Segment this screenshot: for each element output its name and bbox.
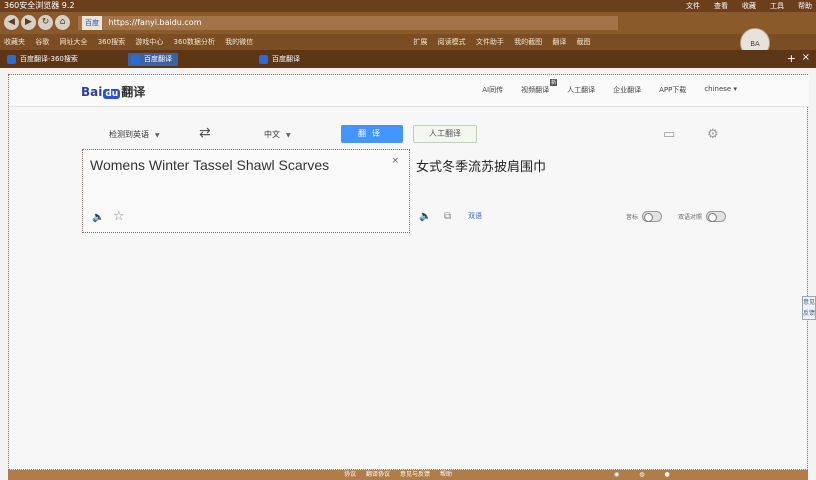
speaker-icon[interactable]: 🔈 — [92, 212, 104, 223]
nav-user-menu[interactable]: chinese ▾ — [704, 85, 737, 95]
tab-label: 百度翻译-360搜索 — [20, 55, 78, 63]
source-text[interactable]: Womens Winter Tassel Shawl Scarves — [90, 157, 329, 173]
bookmark-item[interactable]: 我的截图 — [514, 38, 542, 46]
bookmark-item[interactable]: 扩展 — [413, 38, 427, 46]
translate-toolbar: 检测到英语 ▼ ⇄ 中文 ▼ 翻译 人工翻译 ▭ ⚙ — [9, 125, 809, 145]
site-identity[interactable]: 百度 — [82, 16, 102, 30]
bookmark-item[interactable]: 文件助手 — [476, 38, 504, 46]
tab-label: 百度翻译 — [272, 55, 300, 63]
toggle-label: 音标 — [626, 214, 639, 221]
source-text-box[interactable]: Womens Winter Tassel Shawl Scarves × 🔈 ☆ — [82, 149, 410, 233]
tab-favicon-icon — [131, 55, 140, 64]
address-bar[interactable]: 百度 https://fanyi.baidu.com — [78, 16, 618, 30]
bilingual-toggle[interactable]: 双语对照 — [678, 211, 727, 222]
footer-link[interactable]: 翻译协议 — [366, 470, 390, 480]
bookmark-item[interactable]: 谷歌 — [35, 38, 49, 46]
chevron-down-icon: ▼ — [155, 132, 160, 139]
target-lang-label: 中文 — [264, 130, 280, 139]
baidu-fanyi-logo[interactable]: Bai du 翻译 — [81, 83, 145, 100]
nav-video-translate[interactable]: 视频翻译 新 — [521, 79, 558, 95]
info-icon[interactable]: ● — [665, 470, 670, 480]
phonetic-toggle[interactable]: 音标 — [626, 211, 663, 222]
bookmark-item[interactable]: 网址大全 — [59, 38, 87, 46]
address-url[interactable]: https://fanyi.baidu.com — [109, 18, 202, 27]
star-icon[interactable]: ☆ — [113, 209, 125, 224]
footer-link[interactable]: 意见与反馈 — [400, 470, 430, 480]
target-lang-select[interactable]: 中文 ▼ — [264, 129, 291, 140]
footer-social: ◉ ◍ ● — [614, 470, 670, 480]
page-footer: 协议 翻译协议 意见与反馈 帮助 ◉ ◍ ● — [8, 470, 808, 480]
bookmarks-bar: 收藏夹 谷歌 网址大全 360搜索 游戏中心 360数据分析 我的微信 扩展 阅… — [0, 34, 816, 50]
logo-text: Bai — [81, 85, 103, 99]
bilingual-link[interactable]: 双语 — [468, 211, 482, 221]
tab-fanyi[interactable]: 百度翻译 — [256, 53, 306, 66]
new-badge: 新 — [550, 79, 558, 86]
translation-text: 女式冬季流苏披肩围巾 — [416, 160, 547, 175]
toggle-label: 双语对照 — [678, 214, 703, 221]
menu-favorites[interactable]: 收藏 — [742, 0, 756, 12]
paw-icon: du — [103, 89, 121, 99]
menu-view[interactable]: 查看 — [714, 0, 728, 12]
bookmark-item[interactable]: 收藏夹 — [4, 38, 25, 46]
gear-icon[interactable]: ⚙ — [707, 127, 719, 142]
bookmark-item[interactable]: 360数据分析 — [174, 38, 215, 46]
bookmark-item[interactable]: 360搜索 — [98, 38, 125, 46]
close-tab-icon[interactable]: × — [802, 52, 810, 63]
browser-navbar: ◀ ▶ ↻ ⌂ 百度 https://fanyi.baidu.com — [0, 12, 816, 34]
window-title: 360安全浏览器 9.2 — [4, 1, 75, 10]
copy-icon[interactable]: ⧉ — [444, 211, 451, 222]
bookmark-item[interactable]: 翻译 — [552, 38, 566, 46]
footer-link[interactable]: 帮助 — [440, 470, 452, 480]
weibo-icon[interactable]: ◉ — [614, 470, 619, 480]
page-content: Bai du 翻译 AI同传 视频翻译 新 人工翻译 企业翻译 APP下载 chin… — [8, 74, 809, 470]
footer-link[interactable]: 协议 — [344, 470, 356, 480]
swap-languages-icon[interactable]: ⇄ — [199, 125, 211, 141]
folder-icon[interactable]: ▭ — [663, 127, 675, 142]
feedback-sidebar-button[interactable]: 意见反馈 — [802, 296, 816, 320]
header-nav: AI同传 视频翻译 新 人工翻译 企业翻译 APP下载 chinese ▾ — [482, 79, 737, 95]
speaker-icon[interactable]: 🔈 — [419, 211, 431, 222]
toggle-switch[interactable] — [642, 211, 663, 222]
menu-tools[interactable]: 工具 — [770, 0, 784, 12]
menu-help[interactable]: 帮助 — [798, 0, 812, 12]
forward-icon[interactable]: ▶ — [21, 15, 36, 30]
source-lang-select[interactable]: 检测到英语 ▼ — [109, 129, 160, 140]
refresh-icon[interactable]: ↻ — [38, 15, 53, 30]
home-icon[interactable]: ⌂ — [55, 15, 70, 30]
logo-text: 翻译 — [121, 85, 146, 99]
tab-label: 百度翻译 — [144, 55, 172, 63]
bookmark-item[interactable]: 阅读模式 — [438, 38, 466, 46]
clear-icon[interactable]: × — [391, 156, 399, 166]
bookmark-item[interactable]: 游戏中心 — [135, 38, 163, 46]
window-titlebar: 360安全浏览器 9.2 文件 查看 收藏 工具 帮助 — [0, 0, 816, 12]
nav-label: 视频翻译 — [521, 86, 550, 94]
tab-favicon-icon — [7, 55, 16, 64]
chevron-down-icon: ▼ — [286, 132, 291, 139]
menu-file[interactable]: 文件 — [686, 0, 700, 12]
nav-app-download[interactable]: APP下载 — [659, 85, 686, 95]
toggle-switch[interactable] — [706, 211, 727, 222]
human-translate-button[interactable]: 人工翻译 — [413, 125, 477, 143]
nav-human-translate[interactable]: 人工翻译 — [567, 85, 595, 95]
wechat-icon[interactable]: ◍ — [639, 470, 644, 480]
new-tab-icon[interactable]: + — [787, 52, 796, 65]
tab-search[interactable]: 百度翻译-360搜索 — [4, 53, 84, 66]
window-menu: 文件 查看 收藏 工具 帮助 — [686, 0, 812, 12]
translation-result: 女式冬季流苏披肩围巾 🔈 ⧉ 双语 音标 双语对照 — [416, 149, 746, 233]
translate-button[interactable]: 翻译 — [341, 125, 403, 143]
nav-enterprise[interactable]: 企业翻译 — [613, 85, 641, 95]
bookmark-item[interactable]: 我的微信 — [225, 38, 253, 46]
back-icon[interactable]: ◀ — [4, 15, 19, 30]
tab-favicon-icon — [259, 55, 268, 64]
nav-ai-interpret[interactable]: AI同传 — [482, 85, 503, 95]
source-lang-label: 检测到英语 — [109, 130, 149, 139]
footer-links: 协议 翻译协议 意见与反馈 帮助 — [344, 470, 452, 480]
tab-bar: 百度翻译-360搜索 百度翻译 百度翻译 + × — [0, 50, 816, 68]
site-header: Bai du 翻译 AI同传 视频翻译 新 人工翻译 企业翻译 APP下载 chin… — [9, 75, 809, 107]
tab-fanyi-active[interactable]: 百度翻译 — [128, 53, 178, 66]
nav-label: chinese — [704, 85, 732, 93]
bookmark-item[interactable]: 截图 — [577, 38, 591, 46]
